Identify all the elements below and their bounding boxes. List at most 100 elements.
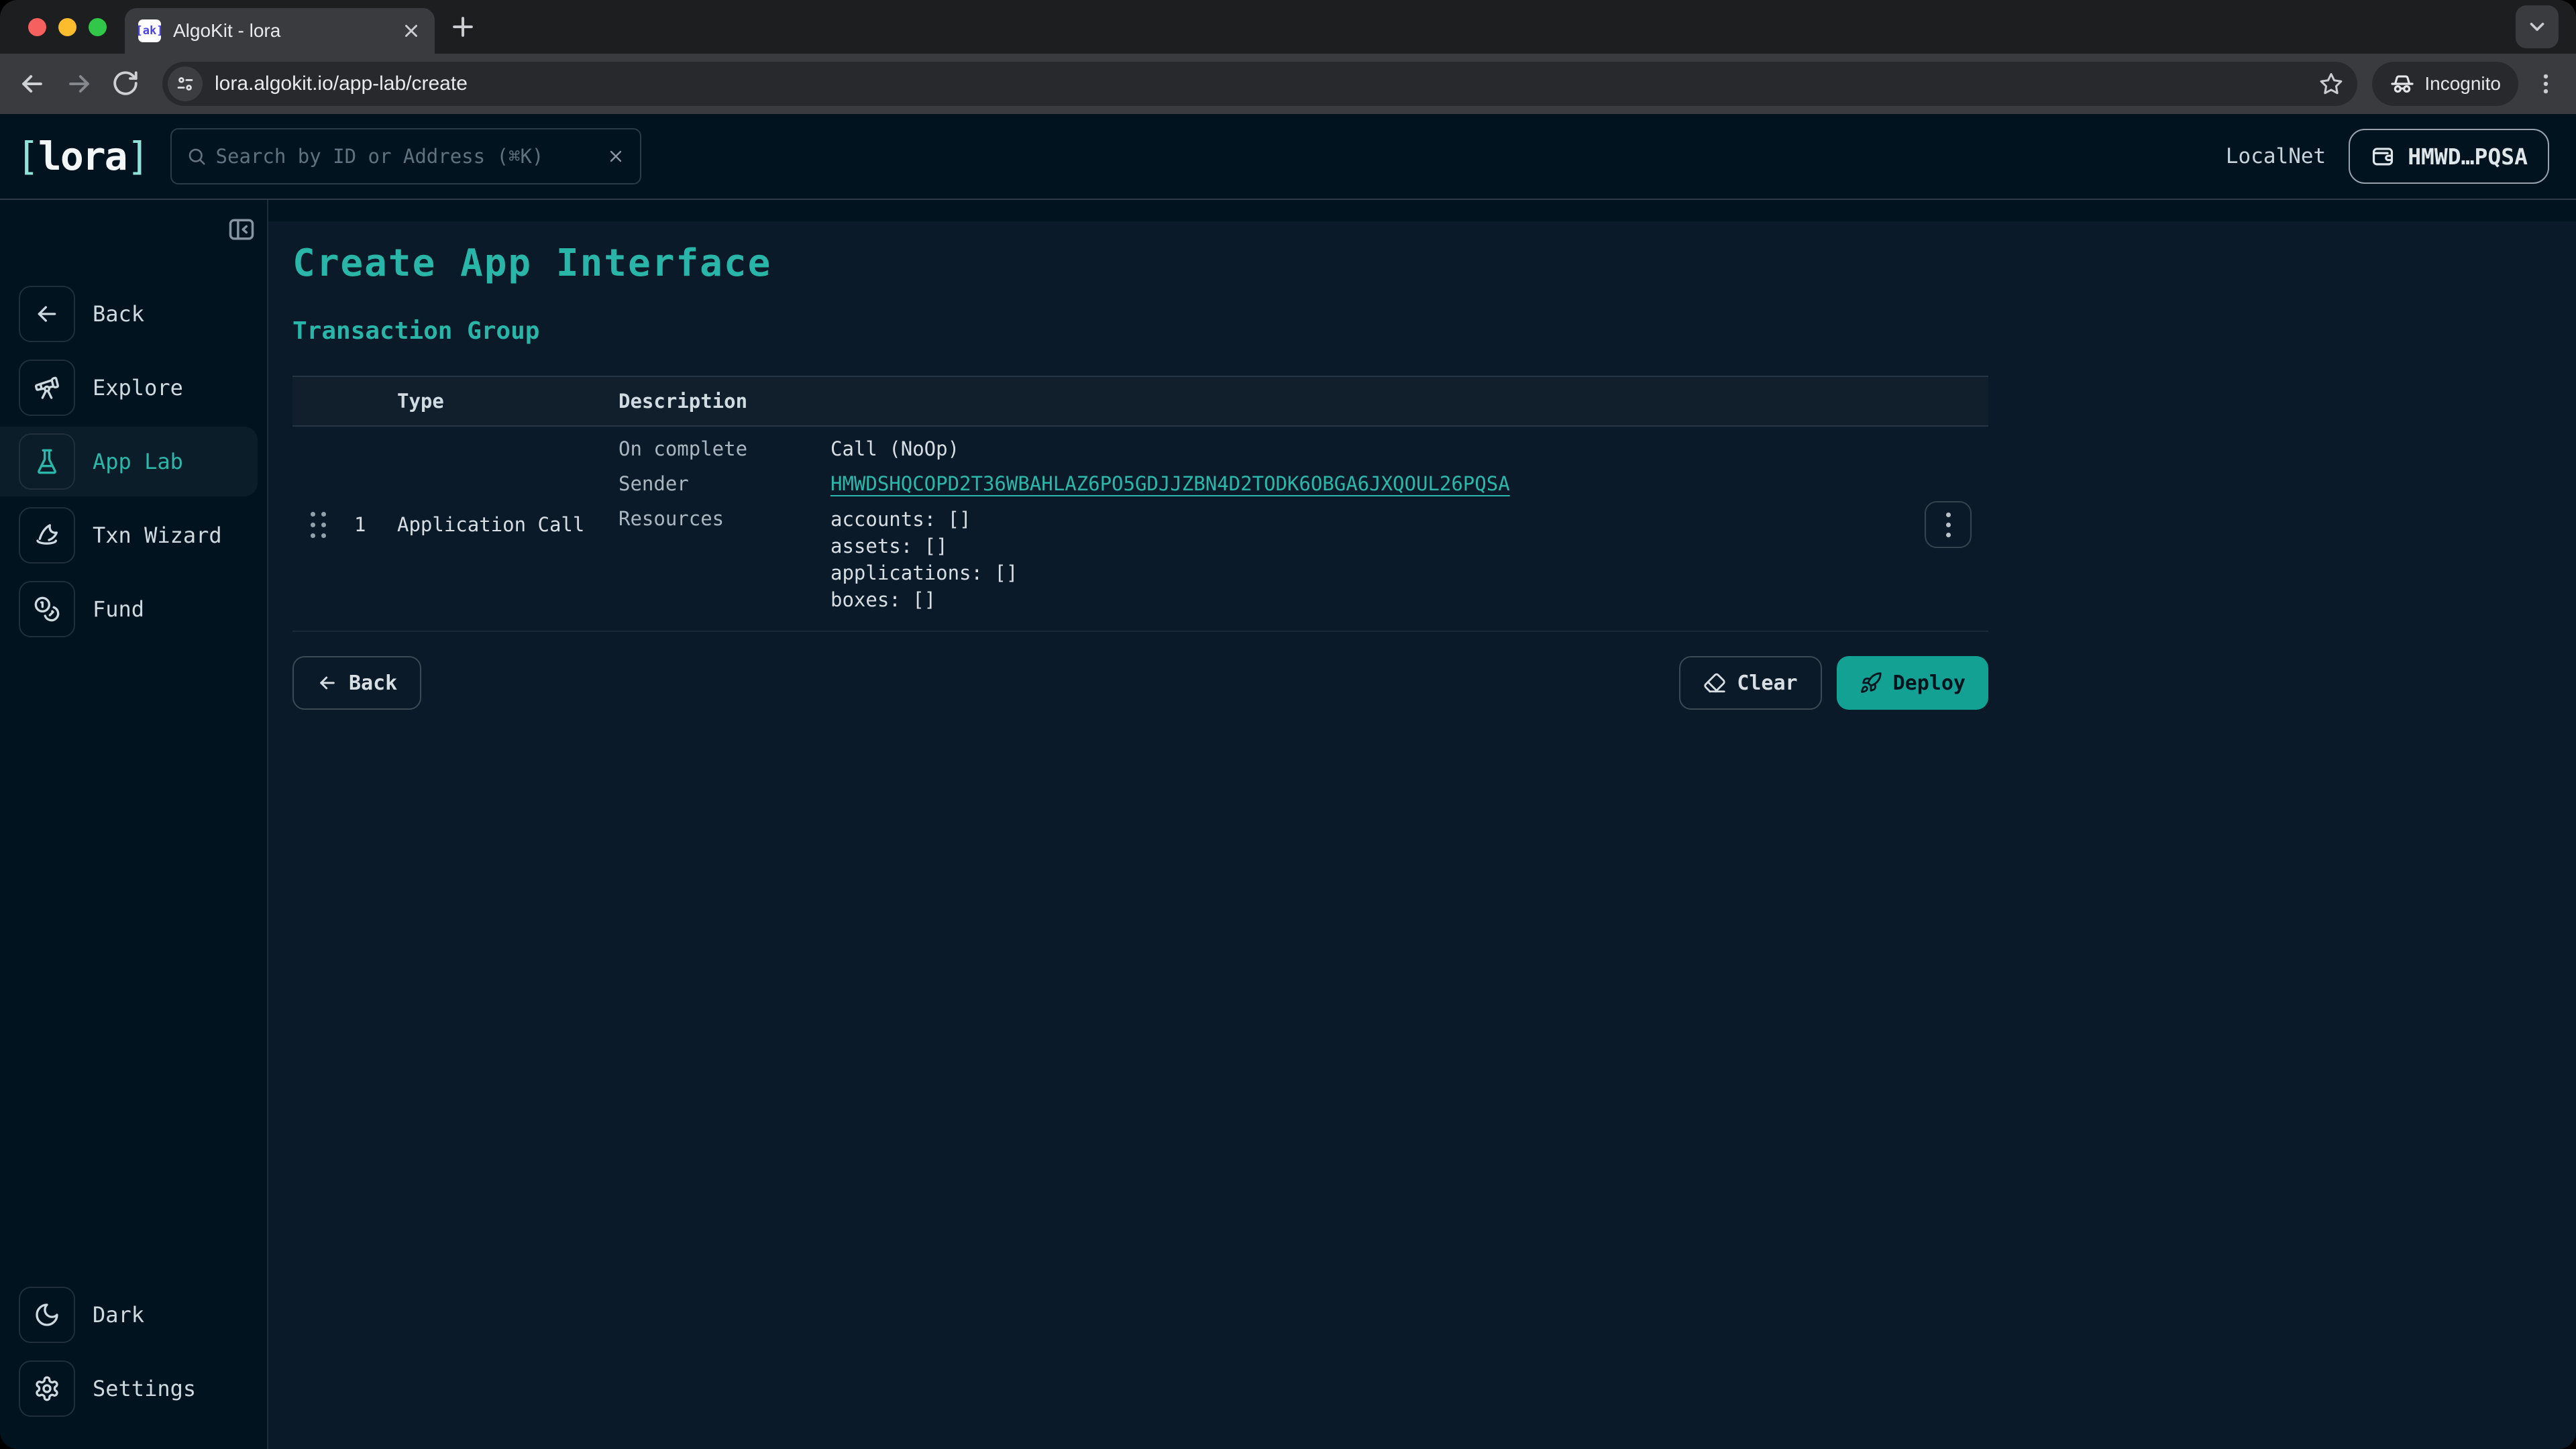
clear-button-label: Clear [1737,672,1797,695]
deploy-button-label: Deploy [1893,672,1966,695]
resource-accounts: accounts: [] [830,506,1908,533]
telescope-icon [19,360,75,416]
row-menu-button[interactable] [1925,501,1972,548]
sidebar-item-label: App Lab [93,449,183,474]
column-header-type: Type [386,390,608,413]
wizard-hat-icon [19,507,75,564]
collapse-panel-icon [227,215,256,244]
sender-address-link[interactable]: HMWDSHQCOPD2T36WBAHLAZ6PO5GDJJZBN4D2TODK… [830,472,1510,495]
sidebar-item-label: Fund [93,596,144,622]
minimize-window-button[interactable] [58,18,76,36]
sidebar-item-txn-wizard[interactable]: Txn Wizard [0,500,258,570]
sidebar-collapse-button[interactable] [227,215,256,244]
incognito-icon [2390,71,2415,97]
table-header-row: Type Description [292,376,1988,427]
new-tab-button[interactable] [448,12,478,42]
arrow-left-icon [19,286,75,342]
address-bar[interactable]: lora.algokit.io/app-lab/create [162,62,2357,106]
resource-boxes: boxes: [] [830,586,1908,613]
transaction-type: Application Call [386,513,608,536]
forward-nav-icon[interactable] [64,69,94,99]
sidebar-item-label: Dark [93,1302,144,1328]
incognito-badge: Incognito [2372,62,2518,106]
transaction-description: On complete Call (NoOp) Sender HMWDSHQCO… [608,436,1908,613]
arrow-left-icon [317,672,338,694]
window-controls [28,18,107,36]
resource-assets: assets: [] [830,533,1908,559]
url-text[interactable]: lora.algokit.io/app-lab/create [215,72,2318,95]
search-input[interactable] [216,145,597,168]
clear-button[interactable]: Clear [1679,656,1821,710]
sidebar-item-back[interactable]: Back [0,279,258,349]
main-area: Create App Interface Transaction Group T… [268,200,2576,1449]
sidebar-item-explore[interactable]: Explore [0,353,258,423]
tab-search-chevron-button[interactable] [2516,5,2559,48]
incognito-label: Incognito [2424,73,2501,95]
resource-applications: applications: [] [830,559,1908,586]
field-label: On complete [608,436,830,462]
wallet-button[interactable]: HMWD…PQSA [2349,129,2549,184]
deploy-button[interactable]: Deploy [1837,656,1988,710]
app-header: [lora] LocalNet HMWD…PQSA [0,114,2576,200]
logo-bracket-left: [ [16,133,38,179]
sidebar: Back Explore App Lab [0,200,268,1449]
zoom-window-button[interactable] [89,18,107,36]
tab-title: AlgoKit - lora [173,20,401,42]
chevron-down-icon [2526,15,2548,38]
sidebar-item-label: Txn Wizard [93,523,222,548]
row-index: 1 [343,513,386,536]
sidebar-item-settings[interactable]: Settings [0,1354,258,1424]
browser-menu-icon[interactable] [2533,71,2559,97]
form-actions: Back Clear Deploy [292,656,1988,710]
wallet-icon [2370,144,2396,169]
sidebar-nav: Back Explore App Lab [0,200,267,648]
section-title: Transaction Group [292,317,2576,345]
field-label: Resources [608,506,830,613]
back-button-label: Back [349,672,397,695]
page-title: Create App Interface [292,241,2576,285]
close-window-button[interactable] [28,18,46,36]
app-body: Back Explore App Lab [0,200,2576,1449]
flask-icon [19,433,75,490]
site-info-button[interactable] [168,66,203,101]
coins-icon [19,581,75,637]
column-header-description: Description [608,390,830,413]
browser-toolbar: lora.algokit.io/app-lab/create Incognito [0,54,2576,114]
wallet-address: HMWD…PQSA [2408,144,2528,170]
browser-titlebar: [ak] AlgoKit - lora [0,0,2576,54]
sidebar-item-label: Settings [93,1376,196,1401]
sidebar-item-theme-dark[interactable]: Dark [0,1280,258,1350]
sidebar-item-label: Explore [93,375,183,400]
lora-app: [lora] LocalNet HMWD…PQSA [0,114,2576,1449]
logo-bracket-right: ] [127,133,149,179]
on-complete-value: Call (NoOp) [830,436,1908,462]
rocket-icon [1860,672,1882,694]
browser-tab[interactable]: [ak] AlgoKit - lora [125,8,435,54]
eraser-icon [1703,672,1726,694]
sidebar-item-fund[interactable]: Fund [0,574,258,644]
moon-icon [19,1287,75,1343]
resources-list: accounts: [] assets: [] applications: []… [830,506,1908,613]
transaction-group-table: Type Description 1 Application Call [292,376,1988,632]
sidebar-item-app-lab[interactable]: App Lab [0,427,258,496]
bookmark-star-icon[interactable] [2318,71,2344,97]
kebab-menu-icon [1946,513,1951,537]
search-clear-icon[interactable] [606,147,625,166]
sidebar-footer: Dark Settings [0,1280,267,1449]
drag-handle[interactable] [311,512,326,538]
tab-close-icon[interactable] [401,21,421,41]
gear-icon [19,1360,75,1417]
tab-favicon: [ak] [138,19,161,42]
search-icon [186,146,207,166]
browser-window: [ak] AlgoKit - lora lora.algokit.io/a [0,0,2576,1449]
table-row: 1 Application Call On complete Call (NoO… [292,427,1988,632]
global-search[interactable] [170,128,641,184]
reload-icon[interactable] [111,69,141,99]
back-button[interactable]: Back [292,656,421,710]
lora-logo[interactable]: [lora] [16,133,149,179]
network-label[interactable]: LocalNet [2226,144,2326,168]
sidebar-item-label: Back [93,301,144,327]
main-panel: Create App Interface Transaction Group T… [268,221,2576,1449]
back-nav-icon[interactable] [17,69,47,99]
site-settings-icon [175,74,195,94]
